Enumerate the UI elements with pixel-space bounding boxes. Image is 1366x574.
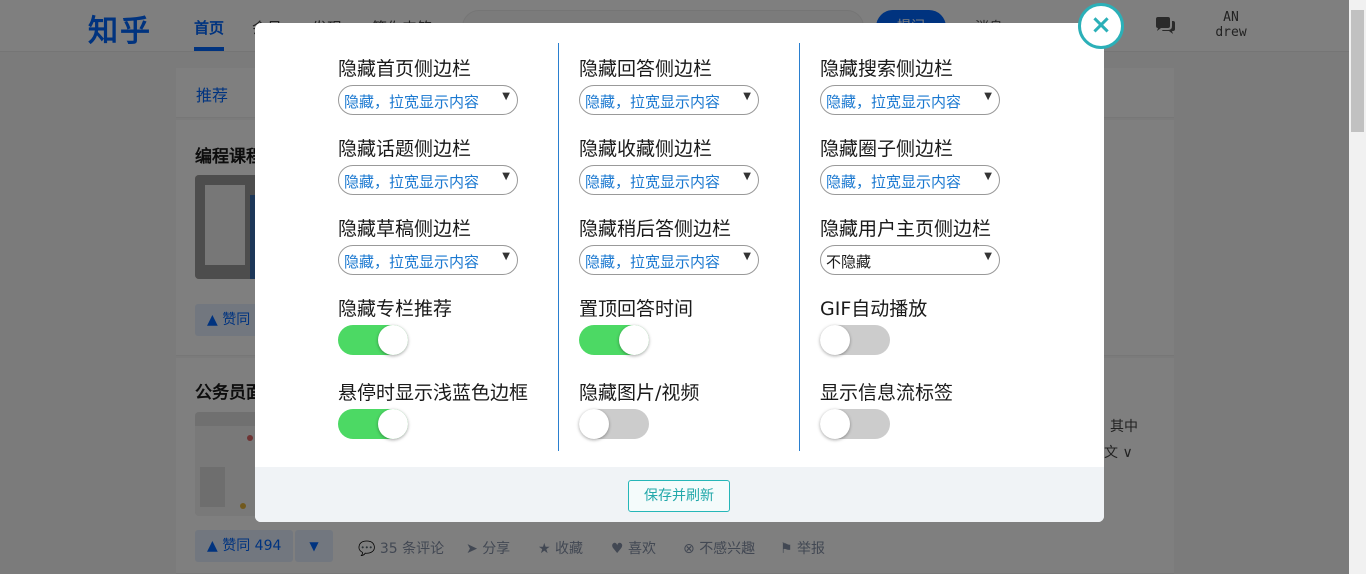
- setting-hide-home-sidebar: 隐藏首页侧边栏 隐藏，拉宽显示内容 ▼: [338, 54, 518, 115]
- select-value: 隐藏，拉宽显示内容: [585, 253, 721, 271]
- home-sidebar-select[interactable]: 隐藏，拉宽显示内容 ▼: [338, 85, 518, 115]
- dropdown-arrow-icon: ▼: [502, 251, 510, 262]
- setting-label: 隐藏用户主页侧边栏: [820, 218, 992, 240]
- setting-hide-search-sidebar: 隐藏搜索侧边栏 隐藏，拉宽显示内容 ▼: [820, 54, 1000, 115]
- select-value: 不隐藏: [826, 253, 872, 271]
- select-value: 隐藏，拉宽显示内容: [344, 173, 480, 191]
- setting-label: 置顶回答时间: [579, 298, 694, 320]
- toggle-knob: [619, 325, 649, 355]
- toggle-knob: [378, 409, 408, 439]
- dropdown-arrow-icon: ▼: [502, 171, 510, 182]
- setting-label: 隐藏草稿侧边栏: [338, 218, 472, 240]
- setting-hide-draft-sidebar: 隐藏草稿侧边栏 隐藏，拉宽显示内容 ▼: [338, 214, 518, 275]
- dropdown-arrow-icon: ▼: [743, 251, 751, 262]
- setting-label: 隐藏回答侧边栏: [579, 58, 713, 80]
- setting-label: 隐藏收藏侧边栏: [579, 138, 713, 160]
- save-refresh-button[interactable]: 保存并刷新: [628, 480, 730, 512]
- modal-footer: 保存并刷新: [255, 467, 1104, 522]
- setting-hide-column-recommend: 隐藏专栏推荐: [338, 294, 452, 355]
- setting-label: 隐藏图片/视频: [579, 382, 700, 404]
- dropdown-arrow-icon: ▼: [984, 251, 992, 262]
- topic-sidebar-select[interactable]: 隐藏，拉宽显示内容 ▼: [338, 165, 518, 195]
- column-divider: [558, 43, 559, 451]
- setting-label: 隐藏话题侧边栏: [338, 138, 472, 160]
- gif-autoplay-toggle[interactable]: [820, 325, 890, 355]
- column-divider: [799, 43, 800, 451]
- setting-hide-media: 隐藏图片/视频: [579, 378, 699, 439]
- setting-hide-answer-sidebar: 隐藏回答侧边栏 隐藏，拉宽显示内容 ▼: [579, 54, 759, 115]
- setting-hide-circle-sidebar: 隐藏圈子侧边栏 隐藏，拉宽显示内容 ▼: [820, 134, 1000, 195]
- later-sidebar-select[interactable]: 隐藏，拉宽显示内容 ▼: [579, 245, 759, 275]
- select-value: 隐藏，拉宽显示内容: [344, 253, 480, 271]
- setting-hide-collection-sidebar: 隐藏收藏侧边栏 隐藏，拉宽显示内容 ▼: [579, 134, 759, 195]
- profile-sidebar-select[interactable]: 不隐藏 ▼: [820, 245, 1000, 275]
- draft-sidebar-select[interactable]: 隐藏，拉宽显示内容 ▼: [338, 245, 518, 275]
- setting-label: 显示信息流标签: [820, 382, 954, 404]
- pin-answer-time-toggle[interactable]: [579, 325, 649, 355]
- toggle-knob: [820, 325, 850, 355]
- dropdown-arrow-icon: ▼: [743, 91, 751, 102]
- dropdown-arrow-icon: ▼: [743, 171, 751, 182]
- setting-label: 隐藏搜索侧边栏: [820, 58, 954, 80]
- select-value: 隐藏，拉宽显示内容: [826, 173, 962, 191]
- select-value: 隐藏，拉宽显示内容: [826, 93, 962, 111]
- dropdown-arrow-icon: ▼: [984, 91, 992, 102]
- hover-border-toggle[interactable]: [338, 409, 408, 439]
- select-value: 隐藏，拉宽显示内容: [585, 173, 721, 191]
- toggle-knob: [378, 325, 408, 355]
- setting-hide-later-sidebar: 隐藏稍后答侧边栏 隐藏，拉宽显示内容 ▼: [579, 214, 759, 275]
- page-scrollbar[interactable]: [1349, 0, 1366, 574]
- toggle-knob: [820, 409, 850, 439]
- dropdown-arrow-icon: ▼: [984, 171, 992, 182]
- setting-hide-profile-sidebar: 隐藏用户主页侧边栏 不隐藏 ▼: [820, 214, 1000, 275]
- circle-sidebar-select[interactable]: 隐藏，拉宽显示内容 ▼: [820, 165, 1000, 195]
- setting-hover-border: 悬停时显示浅蓝色边框: [338, 378, 528, 439]
- select-value: 隐藏，拉宽显示内容: [585, 93, 721, 111]
- answer-sidebar-select[interactable]: 隐藏，拉宽显示内容 ▼: [579, 85, 759, 115]
- collection-sidebar-select[interactable]: 隐藏，拉宽显示内容 ▼: [579, 165, 759, 195]
- setting-label: 隐藏圈子侧边栏: [820, 138, 954, 160]
- hide-media-toggle[interactable]: [579, 409, 649, 439]
- feed-tags-toggle[interactable]: [820, 409, 890, 439]
- setting-label: GIF自动播放: [820, 298, 928, 320]
- settings-modal: 隐藏首页侧边栏 隐藏，拉宽显示内容 ▼ 隐藏回答侧边栏 隐藏，拉宽显示内容 ▼ …: [255, 23, 1104, 522]
- search-sidebar-select[interactable]: 隐藏，拉宽显示内容 ▼: [820, 85, 1000, 115]
- setting-feed-tags: 显示信息流标签: [820, 378, 953, 439]
- setting-label: 隐藏首页侧边栏: [338, 58, 472, 80]
- setting-label: 隐藏专栏推荐: [338, 298, 453, 320]
- setting-hide-topic-sidebar: 隐藏话题侧边栏 隐藏，拉宽显示内容 ▼: [338, 134, 518, 195]
- setting-pin-answer-time: 置顶回答时间: [579, 294, 693, 355]
- toggle-knob: [579, 409, 609, 439]
- setting-label: 隐藏稍后答侧边栏: [579, 218, 732, 240]
- select-value: 隐藏，拉宽显示内容: [344, 93, 480, 111]
- hide-column-recommend-toggle[interactable]: [338, 325, 408, 355]
- scrollbar-thumb[interactable]: [1351, 10, 1364, 132]
- setting-label: 悬停时显示浅蓝色边框: [338, 382, 529, 404]
- close-icon[interactable]: ×: [1078, 3, 1124, 49]
- setting-gif-autoplay: GIF自动播放: [820, 294, 927, 355]
- dropdown-arrow-icon: ▼: [502, 91, 510, 102]
